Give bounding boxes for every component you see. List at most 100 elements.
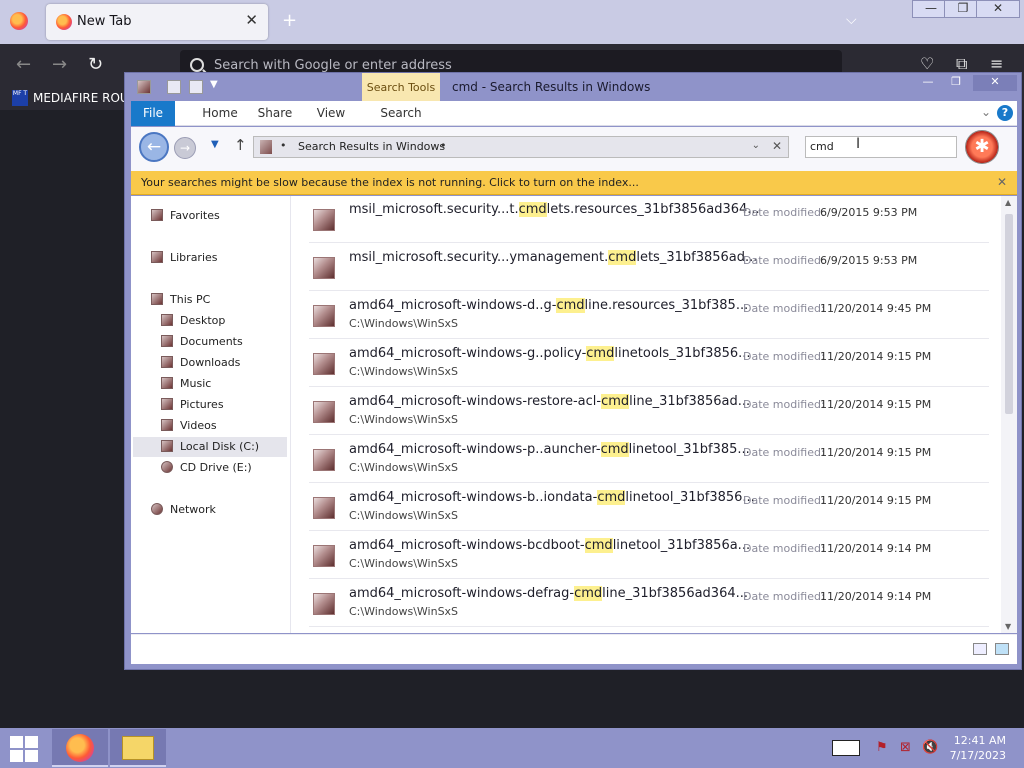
- search-results-list: msil_microsoft.security...t.cmdlets.reso…: [305, 196, 995, 633]
- nav-label: Network: [170, 503, 216, 516]
- list-item[interactable]: amd64_microsoft-windows-restore-acl-cmdl…: [309, 388, 989, 435]
- list-item[interactable]: amd64_microsoft-windows-g..policy-cmdlin…: [309, 340, 989, 387]
- bookmark-mediafire[interactable]: MEDIAFIRE ROUL: [33, 91, 135, 105]
- list-item[interactable]: msil_microsoft.security...t.cmdlets.reso…: [309, 196, 989, 243]
- tab-view[interactable]: View: [309, 101, 353, 126]
- list-item[interactable]: amd64_microsoft-windows-defrag-cmdline_3…: [309, 580, 989, 627]
- index-warning-bar[interactable]: Your searches might be slow because the …: [131, 171, 1017, 195]
- quick-access-properties-icon[interactable]: [167, 80, 181, 94]
- back-arrow-icon[interactable]: ←: [16, 54, 31, 75]
- nav-music[interactable]: Music: [161, 374, 281, 394]
- new-tab-plus-icon[interactable]: +: [282, 10, 297, 31]
- forward-button[interactable]: →: [174, 137, 196, 159]
- list-item[interactable]: amd64_microsoft-windows-d..g-cmdline.res…: [309, 292, 989, 339]
- hamburger-menu-icon[interactable]: ≡: [990, 54, 1003, 73]
- videos-icon: [161, 419, 173, 431]
- keyboard-icon[interactable]: [832, 740, 860, 756]
- explorer-close-button[interactable]: ✕: [973, 75, 1017, 91]
- nav-this-pc[interactable]: This PC: [151, 290, 281, 310]
- scroll-up-icon[interactable]: ▲: [1005, 198, 1011, 207]
- scroll-down-icon[interactable]: ▼: [1005, 622, 1011, 631]
- explorer-maximize-button[interactable]: ❐: [943, 75, 969, 91]
- search-go-button[interactable]: ✱: [965, 130, 999, 164]
- nav-downloads[interactable]: Downloads: [161, 353, 281, 373]
- tab-share[interactable]: Share: [253, 101, 297, 126]
- firefox-tab-new-tab[interactable]: New Tab ✕: [46, 4, 268, 40]
- cd-drive-icon: [161, 461, 173, 473]
- list-item[interactable]: amd64_microsoft-windows-b..iondata-cmdli…: [309, 484, 989, 531]
- close-warning-icon[interactable]: ✕: [997, 175, 1007, 189]
- taskbar-firefox-button[interactable]: [52, 729, 108, 767]
- expand-ribbon-chevron-icon[interactable]: ⌄: [981, 105, 991, 119]
- breadcrumb-search-results[interactable]: Search Results in Windows: [298, 140, 445, 153]
- search-results-icon: [260, 140, 272, 154]
- date-modified-value: 11/20/2014 9:15 PM: [820, 446, 932, 459]
- large-icons-view-icon[interactable]: [995, 643, 1009, 655]
- help-icon[interactable]: ?: [997, 105, 1013, 121]
- search-input-value[interactable]: cmd: [810, 140, 834, 153]
- scrollbar-thumb[interactable]: [1005, 214, 1013, 414]
- back-button[interactable]: ←: [139, 132, 169, 162]
- nav-label: Favorites: [170, 209, 220, 222]
- file-name: amd64_microsoft-windows-p..auncher-cmdli…: [349, 442, 750, 457]
- reload-icon[interactable]: ↻: [88, 54, 103, 75]
- file-path: C:\Windows\WinSxS: [349, 557, 459, 570]
- nav-documents[interactable]: Documents: [161, 332, 281, 352]
- windows-start-icon[interactable]: [10, 736, 38, 762]
- clear-search-icon[interactable]: ✕: [772, 139, 782, 153]
- file-path: C:\Windows\WinSxS: [349, 365, 459, 378]
- explorer-title-bar[interactable]: ▼ Search Tools cmd - Search Results in W…: [125, 73, 1021, 101]
- forward-arrow-icon[interactable]: →: [52, 54, 67, 75]
- vertical-scrollbar[interactable]: ▲ ▼: [1001, 196, 1017, 633]
- list-all-tabs-chevron-icon[interactable]: ⌵: [846, 12, 857, 28]
- nav-libraries[interactable]: Libraries: [151, 248, 281, 268]
- search-input[interactable]: cmd I: [805, 136, 957, 158]
- recent-locations-icon[interactable]: ▼: [211, 139, 219, 150]
- action-center-flag-icon[interactable]: ⚑: [876, 740, 888, 755]
- date-modified-value: 6/9/2015 9:53 PM: [820, 206, 918, 219]
- list-item[interactable]: msil_microsoft.security...ymanagement.cm…: [309, 244, 989, 291]
- breadcrumb-separator-end[interactable]: •: [440, 139, 447, 152]
- nav-pictures[interactable]: Pictures: [161, 395, 281, 415]
- file-icon: [313, 209, 335, 231]
- file-icon: [313, 545, 335, 567]
- list-item[interactable]: amd64_microsoft-windows-p..auncher-cmdli…: [309, 436, 989, 483]
- quick-access-customize-icon[interactable]: ▼: [210, 79, 218, 90]
- nav-desktop[interactable]: Desktop: [161, 311, 281, 331]
- tab-search[interactable]: Search: [362, 101, 440, 126]
- firefox-menu-icon[interactable]: [10, 12, 28, 30]
- explorer-content: Favorites Libraries This PC Desktop Docu…: [131, 196, 1017, 633]
- extensions-icon[interactable]: ⧉: [956, 54, 967, 74]
- nav-network[interactable]: Network: [151, 500, 281, 520]
- mediafire-logo-icon: MF T: [12, 90, 28, 106]
- tab-file[interactable]: File: [131, 101, 175, 126]
- nav-cd-drive[interactable]: CD Drive (E:): [161, 458, 281, 478]
- address-dropdown-icon[interactable]: ⌄: [752, 140, 760, 151]
- tab-home[interactable]: Home: [195, 101, 245, 126]
- url-placeholder[interactable]: Search with Google or enter address: [214, 58, 452, 73]
- file-path: C:\Windows\WinSxS: [349, 317, 459, 330]
- pocket-icon[interactable]: ♡: [920, 54, 934, 73]
- breadcrumb-separator[interactable]: •: [280, 139, 287, 152]
- tab-close-icon[interactable]: ✕: [245, 11, 258, 29]
- network-error-icon[interactable]: ⊠: [900, 740, 911, 755]
- date-modified-label: Date modified:: [743, 398, 825, 411]
- firefox-tab-bar: New Tab ✕ + ⌵ — ❐ ✕: [0, 0, 1024, 44]
- explorer-minimize-button[interactable]: —: [915, 75, 941, 91]
- quick-access-new-folder-icon[interactable]: [189, 80, 203, 94]
- system-clock[interactable]: 12:41 AM 7/17/2023: [950, 733, 1006, 763]
- date-modified-label: Date modified:: [743, 590, 825, 603]
- nav-local-disk[interactable]: Local Disk (C:): [133, 437, 287, 457]
- nav-videos[interactable]: Videos: [161, 416, 281, 436]
- list-item[interactable]: amd64_microsoft-windows-bcdboot-cmdlinet…: [309, 532, 989, 579]
- details-view-icon[interactable]: [973, 643, 987, 655]
- volume-muted-icon[interactable]: 🔇: [922, 740, 938, 755]
- firefox-close-button[interactable]: ✕: [976, 0, 1020, 18]
- address-bar[interactable]: • Search Results in Windows • ⌄ ✕: [253, 136, 789, 158]
- taskbar-explorer-button[interactable]: [110, 729, 166, 767]
- up-arrow-icon[interactable]: ↑: [234, 136, 247, 154]
- index-warning-text[interactable]: Your searches might be slow because the …: [141, 176, 639, 189]
- explorer-app-icon[interactable]: [137, 80, 151, 94]
- nav-favorites[interactable]: Favorites: [151, 206, 281, 226]
- file-name: amd64_microsoft-windows-restore-acl-cmdl…: [349, 394, 751, 409]
